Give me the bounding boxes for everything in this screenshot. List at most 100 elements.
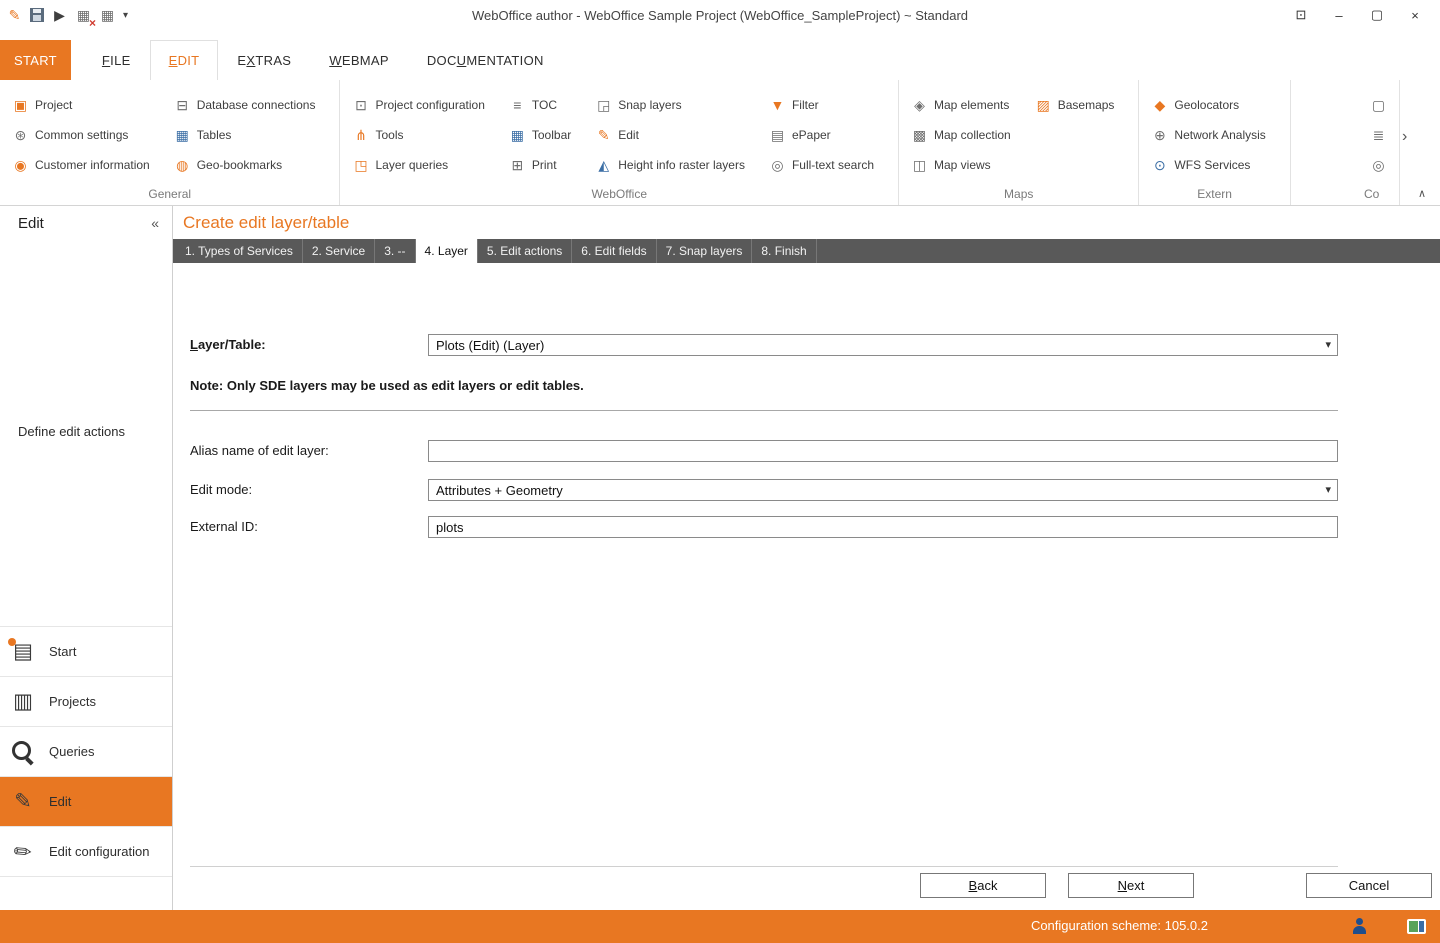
ribbon: ▣Project ⊛Common settings ◉Customer info… <box>0 80 1440 206</box>
edit-mode-label: Edit mode: <box>190 479 252 501</box>
sidebar-title: Edit <box>18 215 44 232</box>
ribbon-item-map-collection[interactable]: ▩Map collection <box>905 120 1029 150</box>
tab-webmap[interactable]: WEBMAP <box>310 40 408 80</box>
edit-mode-select[interactable]: Attributes + Geometry <box>428 479 1338 501</box>
divider <box>190 410 1338 411</box>
ribbon-item-project[interactable]: ▣Project <box>6 90 168 120</box>
ribbon-item-overflow-top[interactable]: ▢ <box>1364 90 1393 120</box>
table-window-icon[interactable]: ▦ <box>99 7 116 24</box>
wizard-step-edit-actions[interactable]: 5. Edit actions <box>478 239 572 263</box>
ribbon-item-edit[interactable]: ✎Edit <box>589 120 763 150</box>
geolocators-icon: ◆ <box>1151 97 1168 114</box>
tab-start[interactable]: START <box>0 40 71 80</box>
sidebar-item-edit-configuration[interactable]: ✎ Edit configuration <box>0 826 172 876</box>
sidebar-item-edit[interactable]: ✎ Edit <box>0 776 172 826</box>
configuration-scheme-label: Configuration scheme: 105.0.2 <box>1031 918 1208 933</box>
divider <box>190 866 1338 867</box>
wizard-step-finish[interactable]: 8. Finish <box>752 239 816 263</box>
map-elements-icon: ◈ <box>911 97 928 114</box>
sidebar-item-start[interactable]: ▤ Start <box>0 626 172 676</box>
ribbon-item-full-text-search[interactable]: ◎Full-text search <box>763 150 892 180</box>
ribbon-item-map-elements[interactable]: ◈Map elements <box>905 90 1029 120</box>
ribbon-item-geo-bookmarks[interactable]: ◍ Geo-bookmarks <box>168 150 334 180</box>
ribbon-item-wfs-services[interactable]: ⊙WFS Services <box>1145 150 1283 180</box>
user-status-icon[interactable] <box>1352 918 1368 934</box>
run-icon[interactable]: ▶ <box>51 7 68 24</box>
quick-access-menu-icon[interactable]: ▾ <box>123 10 128 21</box>
sidebar-item-queries[interactable]: Queries <box>0 726 172 776</box>
minimize-icon[interactable]: – <box>1320 2 1358 28</box>
ribbon-item-common-settings[interactable]: ⊛Common settings <box>6 120 168 150</box>
ribbon-item-geolocators[interactable]: ◆Geolocators <box>1145 90 1283 120</box>
map-preview-icon[interactable] <box>1407 919 1426 934</box>
wizard-panel: Create edit layer/table 1. Types of Serv… <box>173 206 1440 910</box>
ribbon-item-height-info-raster-layers[interactable]: ◭Height info raster layers <box>589 150 763 180</box>
ribbon-item-map-views[interactable]: ◫Map views <box>905 150 1029 180</box>
overflow-top-icon: ▢ <box>1370 97 1387 114</box>
sidebar-item-projects[interactable]: ▥ Projects <box>0 676 172 726</box>
ribbon-item-filter[interactable]: ▼Filter <box>763 90 892 120</box>
external-id-input[interactable] <box>428 516 1338 538</box>
ribbon-edge: › ∧ <box>1400 80 1440 205</box>
project-configuration-icon: ⊡ <box>352 97 369 114</box>
ribbon-item-database-connections[interactable]: ⊟Database connections <box>168 90 334 120</box>
overflow-middle-icon: ≣ <box>1370 127 1387 144</box>
filter-icon: ▼ <box>769 97 786 114</box>
wizard-step-edit-fields[interactable]: 6. Edit fields <box>572 239 656 263</box>
ribbon-item-label: Geo-bookmarks <box>197 158 282 172</box>
save-icon[interactable] <box>30 8 44 22</box>
wizard-step-service[interactable]: 2. Service <box>303 239 375 263</box>
ribbon-item-label: Toolbar <box>532 128 571 142</box>
tab-edit[interactable]: EDIT <box>150 40 219 80</box>
wizard-step-3[interactable]: 3. -- <box>375 239 415 263</box>
geo-bookmarks-icon: ◍ <box>174 157 191 174</box>
overflow-bottom-icon: ◎ <box>1370 157 1387 174</box>
ribbon-item-snap-layers[interactable]: ◲Snap layers <box>589 90 763 120</box>
close-table-icon[interactable]: ▦ <box>75 7 92 24</box>
tab-documentation[interactable]: DOCUMENTATION <box>408 40 563 80</box>
external-id-label: External ID: <box>190 516 258 538</box>
ribbon-group-label-extern: Extern <box>1145 186 1283 205</box>
wizard-step-layer[interactable]: 4. Layer <box>416 239 478 263</box>
ribbon-item-network-analysis[interactable]: ⊕Network Analysis <box>1145 120 1283 150</box>
ribbon-item-tools[interactable]: ⋔Tools <box>346 120 502 150</box>
map-collection-icon: ▩ <box>911 127 928 144</box>
titlebar: ✎ ▶ ▦ ▦ ▾ WebOffice author - WebOffice S… <box>0 0 1440 30</box>
sidebar-collapse-icon[interactable]: « <box>151 215 159 231</box>
alias-input[interactable] <box>428 440 1338 462</box>
cancel-button[interactable]: Cancel <box>1306 873 1432 898</box>
ribbon-item-basemaps[interactable]: ▨Basemaps <box>1029 90 1133 120</box>
tab-extras[interactable]: EXTRAS <box>218 40 310 80</box>
sde-note: Note: Only SDE layers may be used as edi… <box>190 378 584 393</box>
ribbon-more-icon[interactable]: › <box>1402 128 1407 146</box>
ribbon-collapse-icon[interactable]: ∧ <box>1418 187 1426 200</box>
ribbon-item-label: Project configuration <box>375 98 484 112</box>
back-button[interactable]: Back <box>920 873 1046 898</box>
next-button[interactable]: Next <box>1068 873 1194 898</box>
close-icon[interactable]: × <box>1396 2 1434 28</box>
ribbon-item-epaper[interactable]: ▤ePaper <box>763 120 892 150</box>
ribbon-item-overflow-middle[interactable]: ≣ <box>1364 120 1393 150</box>
maximize-icon[interactable]: ▢ <box>1358 2 1396 28</box>
layer-table-select[interactable]: Plots (Edit) (Layer) <box>428 334 1338 356</box>
ribbon-item-layer-queries[interactable]: ◳Layer queries <box>346 150 502 180</box>
ribbon-item-label: Tables <box>197 128 232 142</box>
ribbon-item-project-configuration[interactable]: ⊡ Project configuration <box>346 90 502 120</box>
popout-icon[interactable]: ⊡ <box>1282 2 1320 28</box>
ribbon-item-print[interactable]: ⊞Print <box>503 150 589 180</box>
ribbon-item-customer-information[interactable]: ◉Customer information <box>6 150 168 180</box>
ribbon-item-overflow-bottom[interactable]: ◎ <box>1364 150 1393 180</box>
brush-icon[interactable]: ✎ <box>6 7 23 24</box>
ribbon-item-label: Basemaps <box>1058 98 1115 112</box>
ribbon-item-toolbar[interactable]: ▦Toolbar <box>503 120 589 150</box>
ribbon-group-overflow: ▢ ≣ ◎ Co <box>1356 80 1400 205</box>
wizard-step-snap-layers[interactable]: 7. Snap layers <box>657 239 753 263</box>
wizard-step-types-of-services[interactable]: 1. Types of Services <box>176 239 303 263</box>
statusbar: Configuration scheme: 105.0.2 <box>0 910 1440 943</box>
sidebar-item-label: Projects <box>49 694 96 709</box>
ribbon-item-toc[interactable]: ≡TOC <box>503 90 589 120</box>
tab-file[interactable]: FILE <box>83 40 150 80</box>
ribbon-item-label: Snap layers <box>618 98 681 112</box>
queries-icon-box <box>6 735 40 769</box>
ribbon-item-tables[interactable]: ▦Tables <box>168 120 334 150</box>
